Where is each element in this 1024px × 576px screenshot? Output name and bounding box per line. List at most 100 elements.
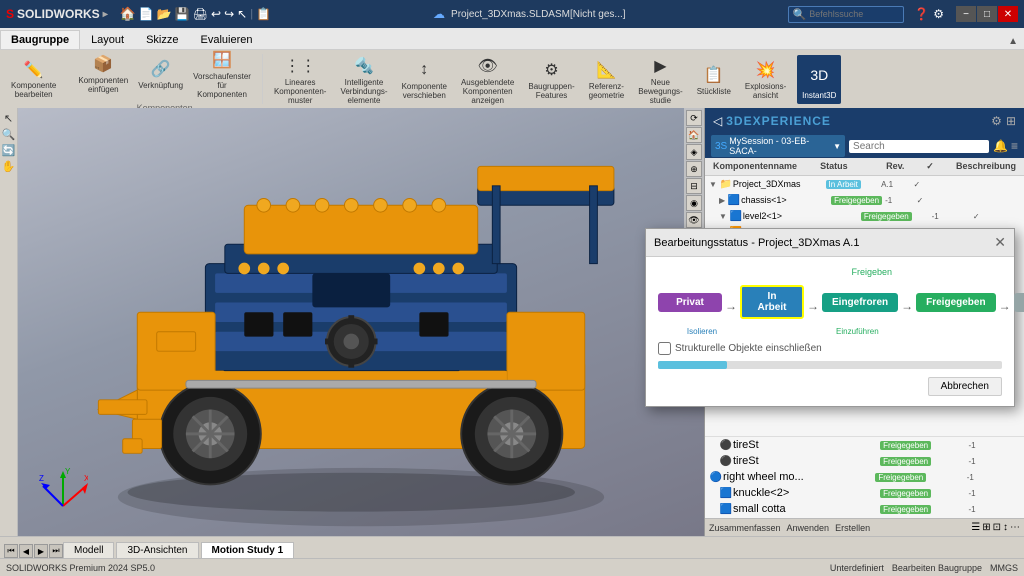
tree-row-chassis[interactable]: ▶ 🟦 chassis<1> Freigegeben -1 ✓ <box>705 192 1024 208</box>
close-button[interactable]: ✕ <box>998 6 1018 22</box>
pan-icon[interactable]: ✋ <box>2 160 16 173</box>
command-search[interactable]: 🔍 <box>788 6 905 23</box>
minimize-button[interactable]: − <box>956 6 976 22</box>
viewport[interactable]: Y X Z ⟳ 🏠 ◈ ⊕ ⊟ ◉ 👁 ☀ 🎨 🖼 ● 🖥 <box>18 108 704 536</box>
erstellen-label[interactable]: Erstellen <box>835 523 870 533</box>
btn-stueckliste[interactable]: 📋 Stückliste <box>694 61 734 98</box>
isolieren-label[interactable]: Isolieren <box>687 327 717 336</box>
expand-icon[interactable]: ⊞ <box>1006 114 1016 128</box>
btn-label-edit: Komponentebearbeiten <box>11 82 56 100</box>
open-icon[interactable]: 📂 <box>157 7 172 21</box>
tab-baugruppe[interactable]: Baugruppe <box>0 30 80 49</box>
nav-prev-btn[interactable]: ◀ <box>19 544 33 558</box>
menu-icon[interactable]: ≡ <box>1011 139 1018 153</box>
btn-verbindung[interactable]: 🔩 IntelligenteVerbindungs-elemente <box>337 52 390 107</box>
tree-name-chassis: chassis<1> <box>741 195 831 205</box>
select-icon[interactable]: ↖ <box>237 7 247 21</box>
settings-icon[interactable]: ⚙ <box>991 114 1002 128</box>
rotate3d-btn[interactable]: ⟳ <box>686 110 702 126</box>
file-icon2[interactable]: 📋 <box>256 7 271 21</box>
btn-bewegung[interactable]: ▶ NeueBewegungs-studie <box>635 52 685 107</box>
tree-row-tirest2[interactable]: ⚫ tireSt Freigegeben -1 <box>705 453 1024 469</box>
zusammenfassen-label[interactable]: Zusammenfassen <box>709 523 781 533</box>
session-label[interactable]: 3S MySession - 03-EB-SACA- ▼ <box>711 135 845 157</box>
ribbon-collapse-btn[interactable]: ▲ <box>1002 34 1024 49</box>
tree-row-level2[interactable]: ▼ 🟦 level2<1> Freigegeben -1 ✓ <box>705 208 1024 224</box>
hide-show-btn[interactable]: 👁 <box>686 212 702 228</box>
zoom-fit-btn[interactable]: ⊕ <box>686 161 702 177</box>
exp-search-input[interactable] <box>849 140 989 153</box>
grid-icon[interactable]: ⊞ <box>982 522 990 533</box>
more-icon[interactable]: ⋯ <box>1010 522 1020 533</box>
btn-label-insert: Komponenteneinfügen <box>78 76 128 94</box>
rotate-icon[interactable]: 🔄 <box>2 144 16 157</box>
btn-lineares-muster[interactable]: ⋮⋮ LinearesKomponenten-muster <box>271 52 329 107</box>
nav-first-btn[interactable]: ⏮ <box>4 544 18 558</box>
btn-referenz[interactable]: 📐 Referenz-geometrie <box>586 56 628 102</box>
tree-row-smallcotta[interactable]: 🟦 small cotta Freigegeben -1 <box>705 501 1024 517</box>
tab-evaluieren[interactable]: Evaluieren <box>190 30 264 49</box>
tab-motion-study[interactable]: Motion Study 1 <box>201 542 295 558</box>
btn-verschieben[interactable]: ↕ Komponenteverschieben <box>399 56 450 102</box>
anwenden-label[interactable]: Anwenden <box>787 523 830 533</box>
wf-node-veraltet[interactable]: Veraltet <box>1014 293 1024 312</box>
btn-instant3d[interactable]: 3D Instant3D <box>797 55 841 104</box>
options-icon[interactable]: ⚙ <box>933 7 944 21</box>
modal-close-icon[interactable]: ✕ <box>994 234 1006 251</box>
view-settings-btn[interactable]: ◈ <box>686 144 702 160</box>
question-icon[interactable]: ❓ <box>914 7 929 21</box>
einzufuehren-label[interactable]: Einzuführen <box>836 327 879 336</box>
wf-arrow-4: → <box>996 299 1014 313</box>
home-view-btn[interactable]: 🏠 <box>686 127 702 143</box>
sort-icon[interactable]: ↕ <box>1003 522 1008 533</box>
tab-3d-ansichten[interactable]: 3D-Ansichten <box>116 542 198 558</box>
btn-ausgeblendete[interactable]: 👁 AusgeblendeteKomponentenanzeigen <box>458 52 517 107</box>
statusbar: SOLIDWORKS Premium 2024 SP5.0 Unterdefin… <box>0 558 1024 576</box>
display-mode-btn[interactable]: ◉ <box>686 195 702 211</box>
home-icon[interactable]: 🏠 <box>120 6 136 22</box>
exp-collapse-icon[interactable]: ◁ <box>713 114 722 128</box>
tree-row-tirest1[interactable]: ⚫ tireSt Freigegeben -1 <box>705 437 1024 453</box>
nav-last-btn[interactable]: ⏭ <box>49 544 63 558</box>
tree-row-project[interactable]: ▼ 📁 Project_3DXmas In Arbeit A.1 ✓ <box>705 176 1024 192</box>
wf-node-privat[interactable]: Privat <box>658 293 722 312</box>
tab-modell[interactable]: Modell <box>63 542 114 558</box>
wf-node-freigegeben[interactable]: Freigegeben <box>916 293 995 312</box>
save-icon[interactable]: 💾 <box>175 7 190 21</box>
btn-komponente-bearbeiten[interactable]: ✏️ Komponentebearbeiten <box>8 56 59 102</box>
maximize-button[interactable]: □ <box>977 6 997 22</box>
structural-checkbox[interactable] <box>658 342 671 355</box>
workflow-actions: Isolieren Einzuführen <box>658 327 1002 336</box>
nav-next-btn[interactable]: ▶ <box>34 544 48 558</box>
bell-icon[interactable]: 🔔 <box>993 139 1008 153</box>
arrow-icon[interactable]: ↖ <box>4 112 13 125</box>
tree-row-knuckle[interactable]: 🟦 knuckle<2> Freigegeben -1 <box>705 485 1024 501</box>
file-title: Project_3DXmas.SLDASM[Nicht ges...] <box>451 9 626 20</box>
tab-layout[interactable]: Layout <box>80 30 135 49</box>
filter-icon[interactable]: ⊡ <box>993 522 1001 533</box>
section-btn[interactable]: ⊟ <box>686 178 702 194</box>
btn-explosion[interactable]: 💥 Explosions-ansicht <box>742 56 789 102</box>
modal-actions: Abbrechen <box>658 377 1002 396</box>
title-area: ☁ Project_3DXmas.SLDASM[Nicht ges...] <box>275 7 784 21</box>
btn-verknuepfung[interactable]: 🔗 Verknüpfung <box>135 55 186 92</box>
redo-icon[interactable]: ↪ <box>224 7 234 21</box>
btn-einfuegen[interactable]: 📦 Komponenteneinfügen <box>75 50 131 96</box>
tab-skizze[interactable]: Skizze <box>135 30 189 49</box>
tire-icon1: ⚫ <box>719 438 733 452</box>
btn-vorschau[interactable]: 🪟 VorschaufensterfürKomponenten <box>190 50 254 101</box>
btn-baugruppen[interactable]: ⚙ Baugruppen-Features <box>525 56 577 102</box>
new-icon[interactable]: 📄 <box>139 7 154 21</box>
tree-row-rightwheel[interactable]: 🔵 right wheel mo... Freigegeben -1 <box>705 469 1024 485</box>
ribbon-content: ✏️ Komponentebearbeiten 📦 Komponentenein… <box>0 50 1024 108</box>
part-icon-chassis: 🟦 <box>727 193 741 207</box>
cancel-button[interactable]: Abbrechen <box>928 377 1002 396</box>
list-icon[interactable]: ☰ <box>971 522 980 533</box>
wf-node-inarbeit[interactable]: In Arbeit <box>740 285 804 319</box>
command-search-input[interactable] <box>809 9 899 19</box>
zoom-icon[interactable]: 🔍 <box>2 128 16 141</box>
btn-label-reference: Referenz-geometrie <box>589 82 625 100</box>
undo-icon[interactable]: ↩ <box>211 7 221 21</box>
wf-node-eingefroren[interactable]: Eingefroren <box>822 293 898 312</box>
print-icon[interactable]: 🖨 <box>193 7 208 21</box>
